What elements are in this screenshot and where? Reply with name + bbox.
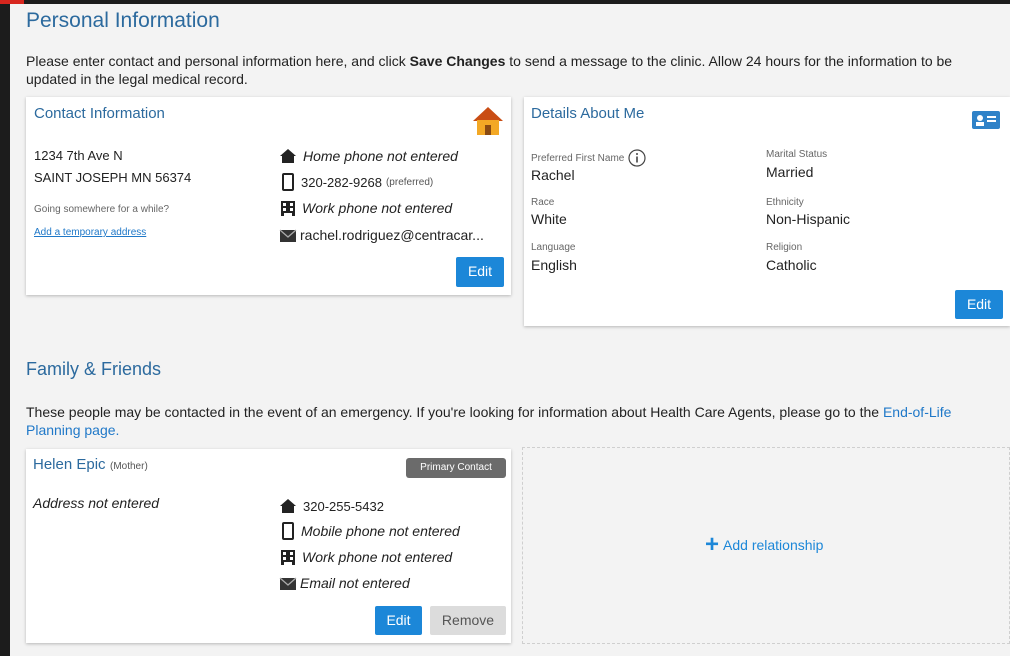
religion-value: Catholic [766,257,817,273]
contact-mobile-phone-row: 320-282-9268 (preferred) [281,173,433,191]
frame-accent [0,0,24,4]
preferred-name-value: Rachel [531,167,575,183]
relation-home-phone-row: 320-255-5432 [279,497,384,515]
add-relationship-tile[interactable]: + Add relationship [522,447,1010,644]
contact-email-row: rachel.rodriguez@centracar... [279,226,484,244]
home-phone-icon [280,149,296,163]
planning-page-link[interactable]: Planning page. [26,422,119,439]
contact-edit-button[interactable]: Edit [456,257,504,287]
contact-info-card: Contact Information 1234 7th Ave N SAINT… [26,97,511,295]
personal-info-intro: Please enter contact and personal inform… [26,53,1001,70]
intro-text-pre: Please enter contact and personal inform… [26,53,410,69]
personal-info-intro-line2: updated in the legal medical record. [26,71,248,87]
going-somewhere-text: Going somewhere for a while? [34,204,170,215]
preferred-name-label: Preferred First Name [531,152,625,164]
personal-info-title: Personal Information [26,9,220,32]
relation-edit-button[interactable]: Edit [375,606,422,635]
end-of-life-link[interactable]: End-of-Life [883,404,951,420]
house-icon [473,107,503,135]
family-friends-title: Family & Friends [26,359,162,379]
relation-work-phone: Work phone not entered [302,549,453,565]
contact-email: rachel.rodriguez@centracar... [300,227,484,243]
address-line-1: 1234 7th Ave N [34,148,123,163]
id-card-icon [972,111,1000,129]
contact-work-phone: Work phone not entered [302,200,453,216]
contact-info-title: Contact Information [34,105,165,122]
relation-type: (Mother) [110,461,148,472]
relationship-card: Helen Epic (Mother) Primary Contact Addr… [26,449,511,643]
details-about-me-title: Details About Me [531,105,645,122]
details-edit-button[interactable]: Edit [955,290,1003,319]
relation-work-phone-row: Work phone not entered [280,548,452,566]
contact-mobile-preferred: (preferred) [385,176,434,188]
marital-status-label: Marital Status [766,149,828,160]
contact-work-phone-row: Work phone not entered [280,199,452,217]
work-phone-icon [281,200,295,216]
work-phone-icon [281,549,295,565]
info-icon[interactable] [628,149,646,167]
intro-save-changes: Save Changes [409,53,506,69]
relation-name-row: Helen Epic (Mother) [33,456,148,474]
add-relationship-label: Add relationship [723,537,824,553]
email-icon [279,229,297,242]
contact-home-phone-row: Home phone not entered [279,147,458,165]
religion-label: Religion [766,242,803,253]
relation-home-phone: 320-255-5432 [303,498,384,514]
family-intro-text: These people may be contacted in the eve… [26,404,883,420]
window-frame-top [10,0,1010,4]
add-relationship-link[interactable]: + Add relationship [705,531,824,558]
window-frame-left [0,0,10,656]
relation-name: Helen Epic [33,456,106,473]
relation-email-row: Email not entered [279,574,410,592]
relation-mobile-phone-row: Mobile phone not entered [281,522,460,540]
plus-icon: + [705,531,720,558]
relation-address: Address not entered [33,495,160,511]
address-line-2: SAINT JOSEPH MN 56374 [34,170,192,185]
race-label: Race [531,197,555,208]
details-about-me-card: Details About Me Preferred First Name Ra… [524,97,1010,326]
mobile-phone-icon [282,522,294,540]
family-friends-intro: These people may be contacted in the eve… [26,404,1001,421]
marital-status-value: Married [766,164,814,180]
race-value: White [531,211,567,227]
relation-email: Email not entered [300,575,410,591]
preferred-name-label-row: Preferred First Name [531,149,646,167]
primary-contact-badge: Primary Contact [406,458,506,478]
ethnicity-value: Non-Hispanic [766,211,851,227]
add-temporary-address-link[interactable]: Add a temporary address [34,227,146,238]
intro-text-post: to send a message to the clinic. Allow 2… [505,53,953,69]
contact-home-phone: Home phone not entered [303,148,458,164]
contact-mobile-phone: 320-282-9268 [301,174,382,190]
home-phone-icon [280,499,296,513]
language-value: English [531,257,577,273]
language-label: Language [531,242,576,253]
email-icon [279,577,297,590]
relation-mobile-phone: Mobile phone not entered [301,523,460,539]
relation-remove-button[interactable]: Remove [430,606,506,635]
mobile-phone-icon [282,173,294,191]
ethnicity-label: Ethnicity [766,197,804,208]
